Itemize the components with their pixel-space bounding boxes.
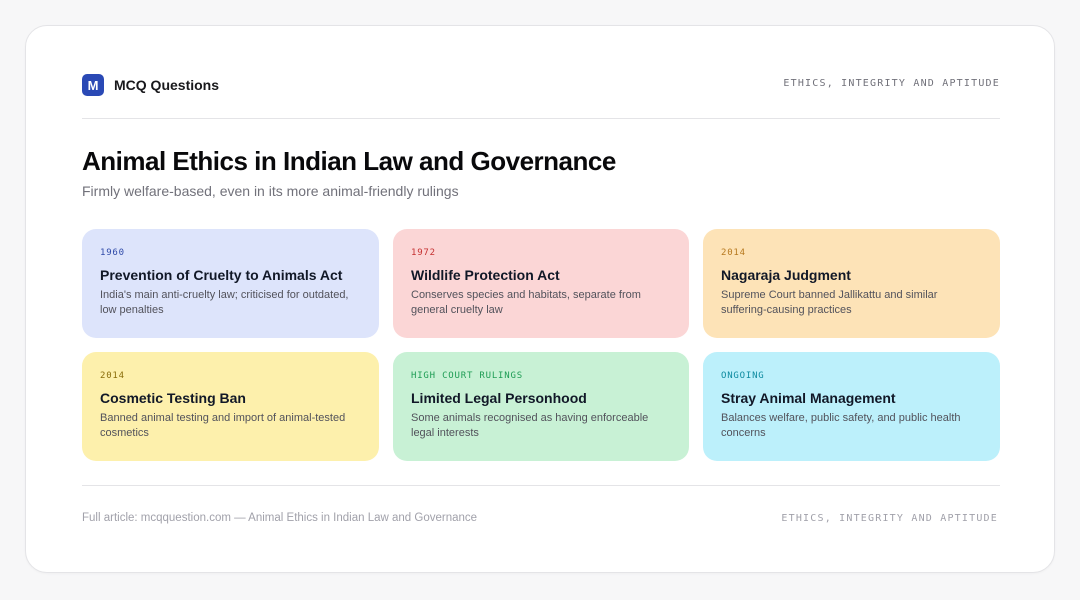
info-card-wildlife-act: 1972 Wildlife Protection Act Conserves s…	[393, 229, 689, 338]
footer-source-link[interactable]: Full article: mcqquestion.com — Animal E…	[82, 512, 477, 524]
card-label: 2014	[721, 248, 746, 258]
page-subtitle: Firmly welfare-based, even in its more a…	[82, 183, 459, 199]
brand-logo-icon: M	[82, 74, 104, 96]
card-title: Cosmetic Testing Ban	[100, 390, 246, 406]
card-title: Nagaraja Judgment	[721, 267, 851, 283]
info-card-stray-animals: ONGOING Stray Animal Management Balances…	[703, 352, 1000, 461]
info-card-cosmetic-ban: 2014 Cosmetic Testing Ban Banned animal …	[82, 352, 379, 461]
card-title: Limited Legal Personhood	[411, 390, 587, 406]
brand[interactable]: M MCQ Questions	[82, 74, 219, 96]
content-card: M MCQ Questions ETHICS, INTEGRITY AND AP…	[25, 25, 1055, 573]
header: M MCQ Questions ETHICS, INTEGRITY AND AP…	[82, 74, 1000, 96]
card-label: 1960	[100, 248, 125, 258]
info-card-legal-personhood: HIGH COURT RULINGS Limited Legal Personh…	[393, 352, 689, 461]
card-label: ONGOING	[721, 371, 765, 381]
card-title: Stray Animal Management	[721, 390, 896, 406]
card-description: Supreme Court banned Jallikattu and simi…	[721, 289, 938, 316]
brand-name: MCQ Questions	[114, 77, 220, 93]
card-description: Conserves species and habitats, separate…	[411, 289, 641, 316]
card-description: Balances welfare, public safety, and pub…	[721, 412, 961, 439]
header-divider	[82, 118, 1000, 119]
card-label: 2014	[100, 371, 125, 381]
page-title: Animal Ethics in Indian Law and Governan…	[82, 146, 616, 176]
card-title: Wildlife Protection Act	[411, 267, 560, 283]
card-label: HIGH COURT RULINGS	[411, 371, 523, 381]
card-title: Prevention of Cruelty to Animals Act	[100, 267, 343, 283]
info-card-nagaraja-judgment: 2014 Nagaraja Judgment Supreme Court ban…	[703, 229, 1000, 338]
category-tag: ETHICS, INTEGRITY AND APTITUDE	[783, 78, 1000, 89]
card-label: 1972	[411, 248, 436, 258]
info-card-cruelty-act: 1960 Prevention of Cruelty to Animals Ac…	[82, 229, 379, 338]
card-description: Some animals recognised as having enforc…	[411, 412, 649, 439]
footer-divider	[82, 485, 1000, 486]
card-description: Banned animal testing and import of anim…	[100, 412, 346, 439]
footer-category-tag: ETHICS, INTEGRITY AND APTITUDE	[781, 513, 998, 524]
card-description: India's main anti-cruelty law; criticise…	[100, 289, 349, 316]
card-grid: 1960 Prevention of Cruelty to Animals Ac…	[82, 229, 1000, 461]
